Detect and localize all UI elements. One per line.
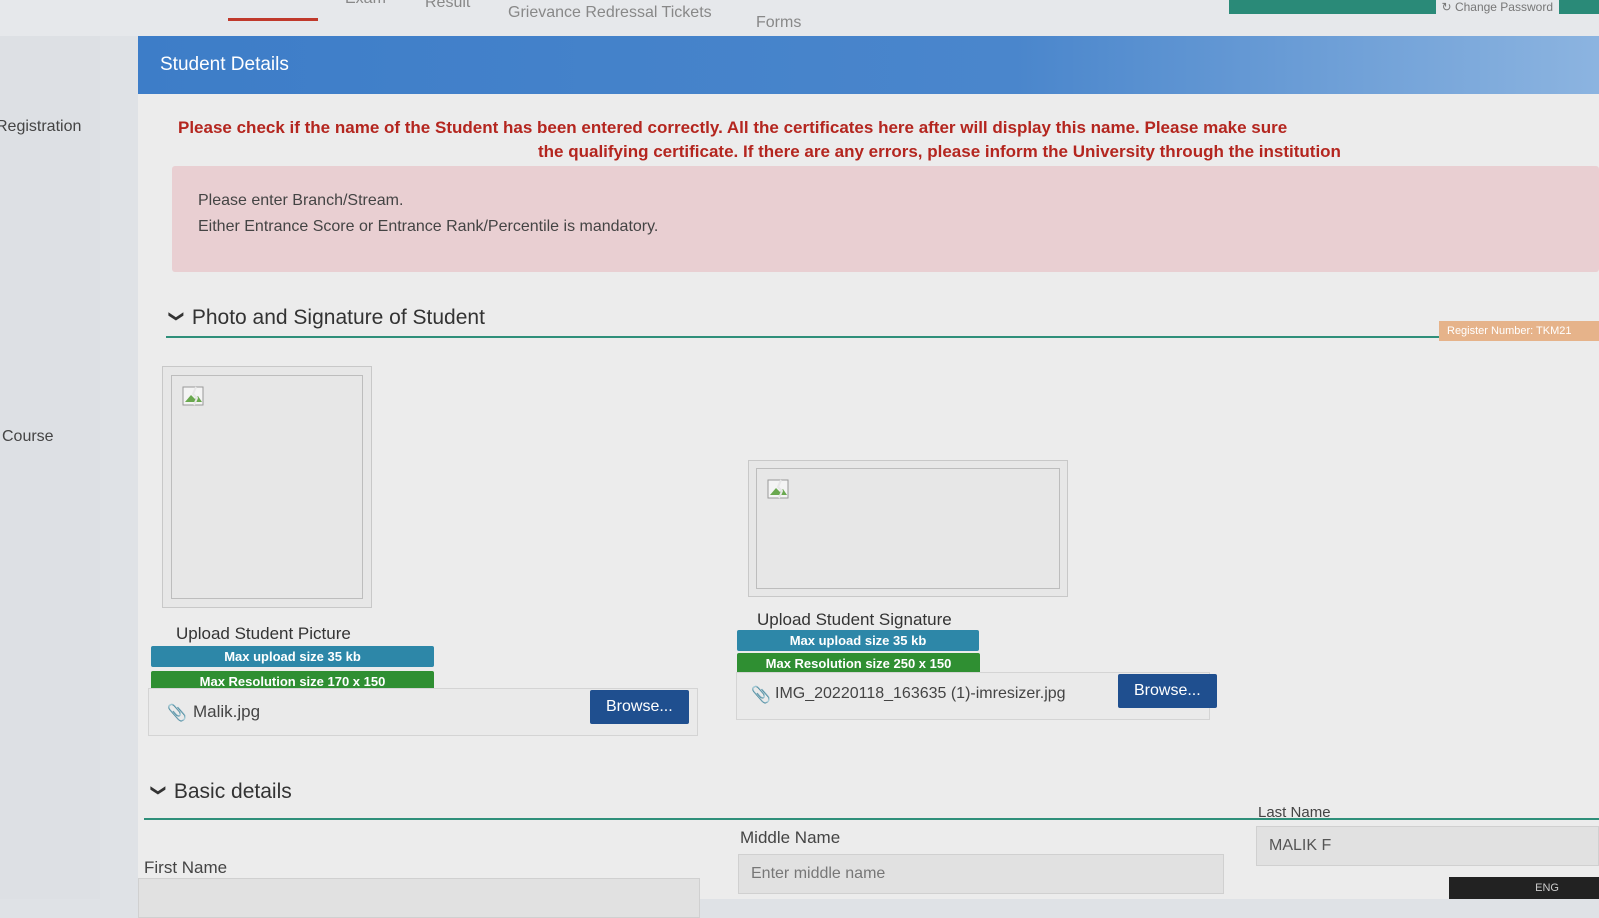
sidebar-item-course[interactable]: Course bbox=[2, 428, 54, 446]
warning-line-1: Please check if the name of the Student … bbox=[178, 118, 1288, 137]
signature-frame bbox=[756, 468, 1060, 589]
panel-title: Student Details bbox=[160, 54, 289, 75]
signature-resolution-badge: Max Resolution size 250 x 150 bbox=[737, 653, 980, 674]
tab-exam[interactable]: Exam bbox=[345, 0, 386, 8]
student-picture-preview bbox=[162, 366, 372, 608]
paperclip-icon: 📎 bbox=[167, 705, 187, 722]
alert-line-entrance: Either Entrance Score or Entrance Rank/P… bbox=[198, 218, 659, 235]
register-number-badge: Register Number: TKM21 bbox=[1439, 321, 1599, 341]
basic-section-toggle[interactable]: ❯ Basic details bbox=[150, 780, 292, 804]
signature-file-name: IMG_20220118_163635 (1)-imresizer.jpg bbox=[775, 685, 1066, 702]
language-indicator[interactable]: ENG bbox=[1535, 882, 1559, 894]
sidebar-item-registration[interactable]: Registration bbox=[0, 118, 81, 136]
basic-section-title: Basic details bbox=[173, 780, 292, 803]
last-name-label: Last Name bbox=[1258, 804, 1331, 821]
last-name-input[interactable]: MALIK F bbox=[1256, 826, 1599, 866]
signature-size-badge: Max upload size 35 kb bbox=[737, 630, 979, 651]
broken-image-icon bbox=[767, 479, 789, 499]
change-password-label: Change Password bbox=[1454, 0, 1553, 14]
upload-signature-label: Upload Student Signature bbox=[757, 610, 952, 629]
warning-line-2: the qualifying certificate. If there are… bbox=[538, 142, 1341, 161]
name-check-warning: Please check if the name of the Student … bbox=[178, 116, 1578, 164]
sidebar: Registration Course bbox=[0, 36, 100, 899]
panel-header: Student Details bbox=[138, 36, 1599, 94]
first-name-input[interactable] bbox=[138, 878, 700, 918]
broken-image-icon bbox=[182, 386, 204, 406]
tab-result[interactable]: Result bbox=[425, 0, 470, 12]
picture-browse-button[interactable]: Browse... bbox=[590, 690, 689, 724]
alert-line-branch: Please enter Branch/Stream. bbox=[198, 192, 404, 209]
section-divider bbox=[144, 818, 1599, 820]
picture-size-badge: Max upload size 35 kb bbox=[151, 646, 434, 667]
first-name-label: First Name bbox=[144, 858, 228, 877]
student-details-panel: Student Details Please check if the name… bbox=[138, 36, 1599, 918]
picture-frame bbox=[171, 375, 363, 599]
top-navigation: Exam Result Grievance Redressal Tickets … bbox=[0, 0, 1599, 36]
chevron-down-icon: ❯ bbox=[150, 784, 167, 797]
student-signature-preview bbox=[748, 460, 1068, 597]
paperclip-icon: 📎 bbox=[751, 687, 771, 704]
middle-name-input[interactable]: Enter middle name bbox=[738, 854, 1224, 894]
tab-forms[interactable]: Forms bbox=[756, 14, 801, 32]
section-divider bbox=[166, 336, 1599, 338]
tab-grievance-redressal[interactable]: Grievance Redressal Tickets bbox=[508, 4, 712, 22]
change-password-link[interactable]: ↻ Change Password bbox=[1435, 0, 1559, 14]
validation-alert: Please enter Branch/Stream. Either Entra… bbox=[172, 166, 1599, 272]
signature-browse-button[interactable]: Browse... bbox=[1118, 674, 1217, 708]
photo-section-title: Photo and Signature of Student bbox=[191, 306, 485, 329]
picture-file-name: Malik.jpg bbox=[193, 702, 261, 721]
middle-name-label: Middle Name bbox=[740, 828, 841, 847]
active-tab-indicator bbox=[228, 18, 318, 21]
chevron-down-icon: ❯ bbox=[168, 310, 185, 323]
upload-picture-label: Upload Student Picture bbox=[176, 624, 351, 643]
photo-section-toggle[interactable]: ❯ Photo and Signature of Student bbox=[168, 306, 485, 330]
os-taskbar: ENG bbox=[1449, 877, 1599, 899]
